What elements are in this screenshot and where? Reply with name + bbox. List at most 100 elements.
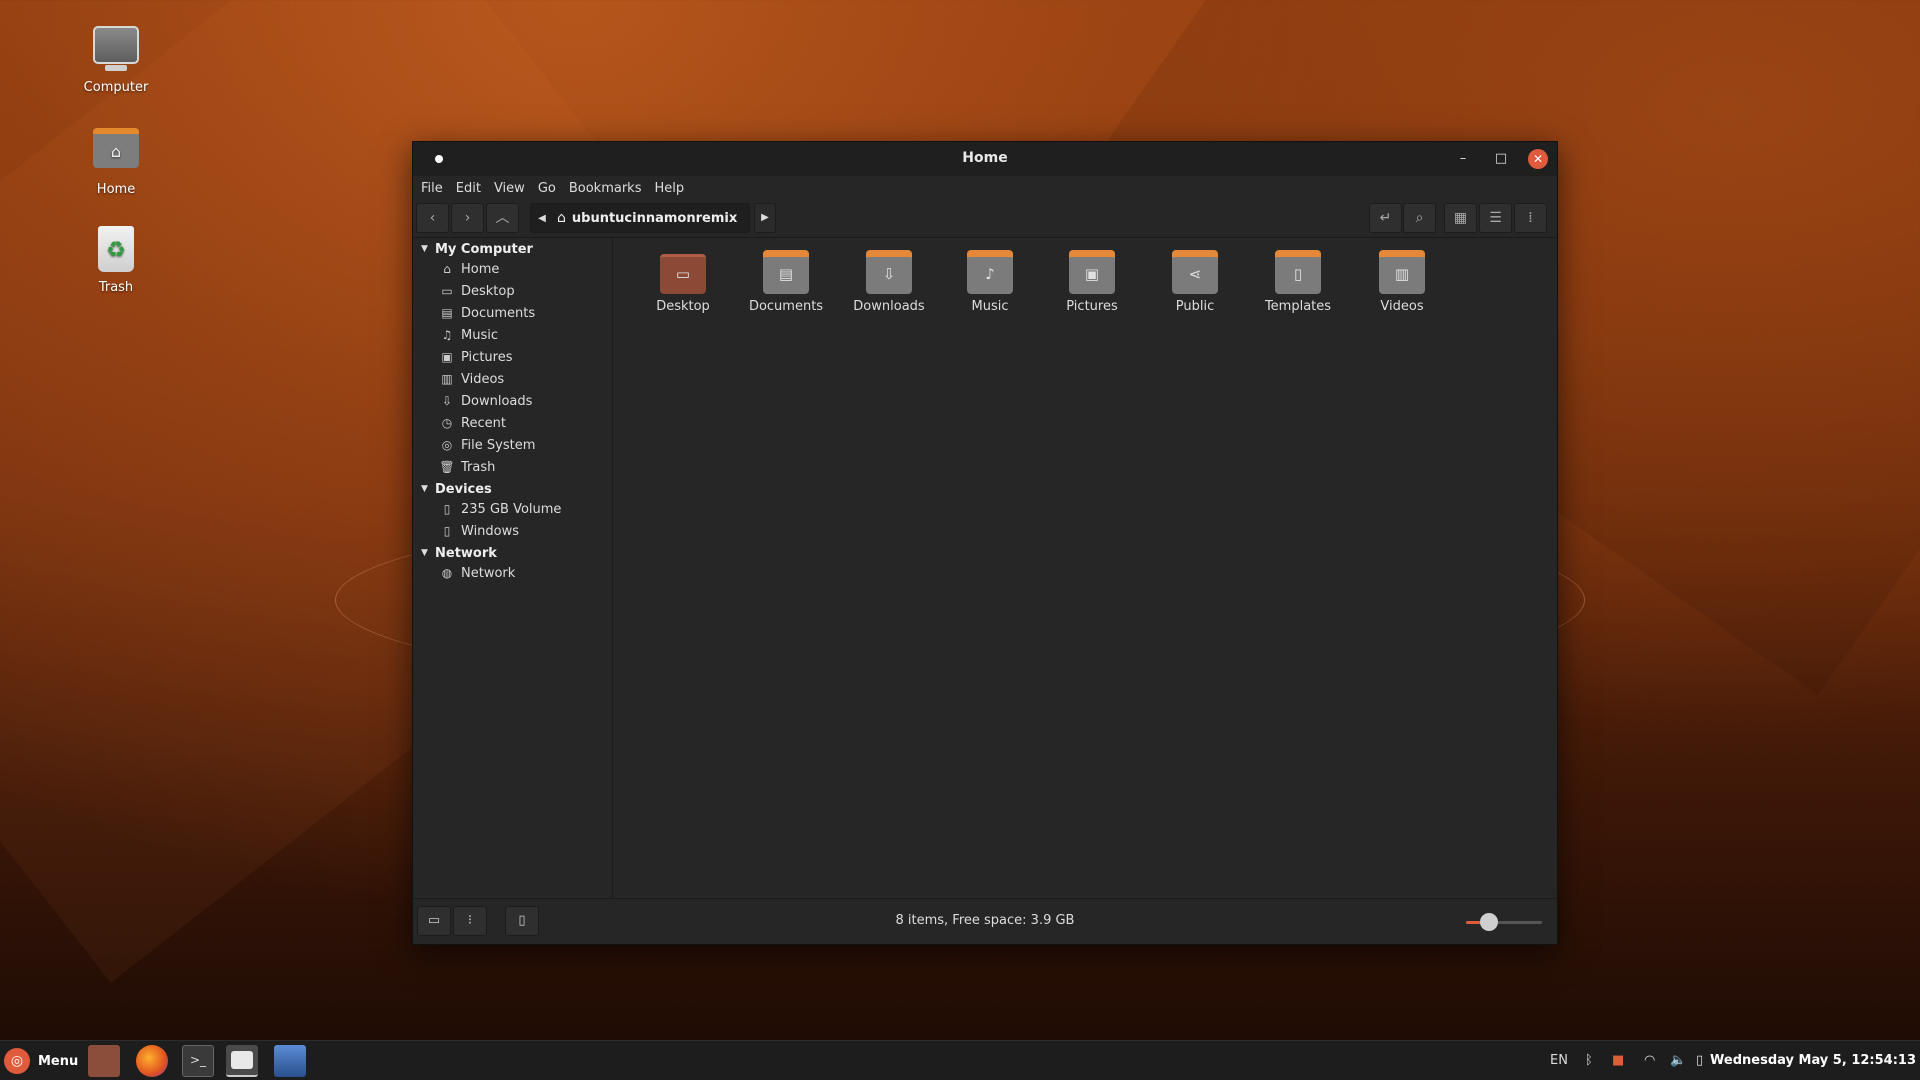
breadcrumb-left-arrow-icon[interactable]: ◀ bbox=[531, 213, 553, 224]
sidebar-item-network[interactable]: ◍ Network bbox=[413, 562, 612, 584]
file-item-label: Downloads bbox=[853, 299, 925, 314]
settings-app-icon[interactable] bbox=[274, 1045, 306, 1077]
breadcrumb-home[interactable]: ubuntucinnamonremix bbox=[572, 211, 737, 226]
video-icon: ▥ bbox=[441, 372, 453, 386]
volume-icon[interactable]: 🔈 bbox=[1670, 1041, 1686, 1080]
file-item-pictures[interactable]: ▣ Pictures bbox=[1044, 250, 1140, 314]
picture-icon: ▣ bbox=[441, 350, 453, 364]
toolbar: ‹ › ︿ ◀ ⌂ ubuntucinnamonremix ▶ ↵ ⌕ ▦ ☰ … bbox=[413, 200, 1557, 238]
icon-view-button[interactable]: ▦ bbox=[1444, 203, 1477, 233]
file-item-templates[interactable]: ▯ Templates bbox=[1250, 250, 1346, 314]
list-icon: ☰ bbox=[1489, 210, 1502, 226]
sidebar-item-pictures[interactable]: ▣ Pictures bbox=[413, 346, 612, 368]
desktop-icon-trash[interactable]: ♻ Trash bbox=[70, 226, 162, 295]
document-icon: ▤ bbox=[441, 306, 453, 320]
sidebar-section-my-computer[interactable]: ▼ My Computer bbox=[413, 240, 612, 258]
file-item-music[interactable]: ♪ Music bbox=[942, 250, 1038, 314]
up-button[interactable]: ︿ bbox=[486, 203, 519, 233]
close-button[interactable]: ✕ bbox=[1528, 149, 1548, 169]
battery-icon[interactable]: ▯ bbox=[1696, 1041, 1703, 1080]
trash-icon: 🗑 bbox=[439, 460, 455, 474]
back-button[interactable]: ‹ bbox=[416, 203, 449, 233]
menu-button[interactable]: ◎ Menu bbox=[4, 1048, 78, 1074]
music-folder-icon: ♪ bbox=[967, 250, 1013, 294]
videos-folder-icon: ▥ bbox=[1379, 250, 1425, 294]
menu-edit[interactable]: Edit bbox=[456, 181, 481, 196]
computer-icon bbox=[92, 26, 140, 74]
maximize-button[interactable]: □ bbox=[1491, 149, 1511, 169]
sidebar-item-documents[interactable]: ▤ Documents bbox=[413, 302, 612, 324]
drive-icon: ◎ bbox=[441, 438, 453, 452]
ubuntu-logo-icon: ◎ bbox=[4, 1048, 30, 1074]
menu-help[interactable]: Help bbox=[654, 181, 684, 196]
home-folder-icon: ⌂ bbox=[92, 128, 140, 176]
update-manager-icon[interactable]: ■ bbox=[1612, 1041, 1624, 1080]
expander-icon: ▼ bbox=[421, 484, 428, 494]
downloads-folder-icon: ⇩ bbox=[866, 250, 912, 294]
title-bar[interactable]: Home – □ ✕ bbox=[413, 142, 1557, 176]
list-view-button[interactable]: ☰ bbox=[1479, 203, 1512, 233]
file-item-desktop[interactable]: ▭ Desktop bbox=[635, 250, 731, 314]
menu-file[interactable]: File bbox=[421, 181, 443, 196]
file-manager-window: Home – □ ✕ File Edit View Go Bookmarks H… bbox=[412, 141, 1558, 945]
file-view[interactable]: ▭ Desktop ▤ Documents ⇩ Downloads ♪ Musi… bbox=[614, 238, 1557, 898]
file-item-label: Public bbox=[1175, 299, 1215, 314]
return-arrow-icon: ↵ bbox=[1379, 210, 1392, 226]
sidebar-item-music[interactable]: ♫ Music bbox=[413, 324, 612, 346]
sidebar-item-videos[interactable]: ▥ Videos bbox=[413, 368, 612, 390]
firefox-icon[interactable] bbox=[136, 1045, 168, 1077]
file-item-public[interactable]: ⋖ Public bbox=[1147, 250, 1243, 314]
desktop-icon: ▭ bbox=[441, 284, 453, 298]
files-app-icon[interactable] bbox=[226, 1045, 258, 1077]
search-button[interactable]: ⌕ bbox=[1403, 203, 1436, 233]
toggle-location-button[interactable]: ↵ bbox=[1369, 203, 1402, 233]
chevron-right-icon: › bbox=[464, 210, 471, 226]
breadcrumb-right-arrow-icon[interactable]: ▶ bbox=[754, 203, 776, 233]
bluetooth-icon[interactable]: ᛒ bbox=[1585, 1041, 1593, 1080]
sidebar-item-file-system[interactable]: ◎ File System bbox=[413, 434, 612, 456]
menu-bar: File Edit View Go Bookmarks Help bbox=[413, 176, 1557, 200]
chevron-left-icon: ‹ bbox=[429, 210, 436, 226]
desktop-icon-label: Trash bbox=[98, 280, 134, 295]
menu-go[interactable]: Go bbox=[538, 181, 556, 196]
compact-view-button[interactable]: ⁞ bbox=[1514, 203, 1547, 233]
menu-bookmarks[interactable]: Bookmarks bbox=[569, 181, 642, 196]
sidebar-item-trash[interactable]: 🗑 Trash bbox=[413, 456, 612, 478]
home-icon: ⌂ bbox=[557, 210, 566, 226]
terminal-icon[interactable]: >_ bbox=[182, 1045, 214, 1077]
desktop-icon-home[interactable]: ⌂ Home bbox=[70, 124, 162, 197]
file-item-downloads[interactable]: ⇩ Downloads bbox=[841, 250, 937, 314]
sidebar-item-windows[interactable]: ▯ Windows bbox=[413, 520, 612, 542]
keyboard-layout[interactable]: EN bbox=[1550, 1041, 1568, 1080]
expander-icon: ▼ bbox=[421, 244, 428, 254]
file-item-videos[interactable]: ▥ Videos bbox=[1354, 250, 1450, 314]
file-item-label: Music bbox=[971, 299, 1009, 314]
file-item-label: Videos bbox=[1380, 299, 1424, 314]
menu-view[interactable]: View bbox=[494, 181, 525, 196]
clock[interactable]: Wednesday May 5, 12:54:13 bbox=[1710, 1041, 1916, 1080]
zoom-slider-handle[interactable] bbox=[1479, 913, 1498, 931]
show-desktop-icon[interactable] bbox=[88, 1045, 120, 1077]
clock-icon: ◷ bbox=[441, 416, 453, 430]
desktop-icon-computer[interactable]: Computer bbox=[70, 26, 162, 95]
expander-icon: ▼ bbox=[421, 548, 428, 558]
file-item-label: Documents bbox=[748, 299, 824, 314]
drive-icon: ▯ bbox=[443, 524, 451, 538]
file-item-documents[interactable]: ▤ Documents bbox=[738, 250, 834, 314]
compact-grid-icon: ⁞ bbox=[1528, 210, 1533, 226]
sidebar-item-desktop[interactable]: ▭ Desktop bbox=[413, 280, 612, 302]
file-item-label: Pictures bbox=[1066, 299, 1118, 314]
sidebar-item-volume[interactable]: ▯ 235 GB Volume bbox=[413, 498, 612, 520]
wifi-icon[interactable]: ◠ bbox=[1644, 1041, 1655, 1080]
desktop-icon-label: Computer bbox=[83, 80, 149, 95]
sidebar-section-devices[interactable]: ▼ Devices bbox=[413, 480, 612, 498]
forward-button[interactable]: › bbox=[451, 203, 484, 233]
sidebar-item-home[interactable]: ⌂ Home bbox=[413, 258, 612, 280]
sidebar-item-recent[interactable]: ◷ Recent bbox=[413, 412, 612, 434]
sidebar-section-network[interactable]: ▼ Network bbox=[413, 544, 612, 562]
sidebar-item-downloads[interactable]: ⇩ Downloads bbox=[413, 390, 612, 412]
home-icon: ⌂ bbox=[443, 262, 451, 276]
zoom-slider[interactable] bbox=[1466, 921, 1542, 924]
minimize-button[interactable]: – bbox=[1453, 149, 1473, 169]
menu-label: Menu bbox=[38, 1053, 79, 1069]
